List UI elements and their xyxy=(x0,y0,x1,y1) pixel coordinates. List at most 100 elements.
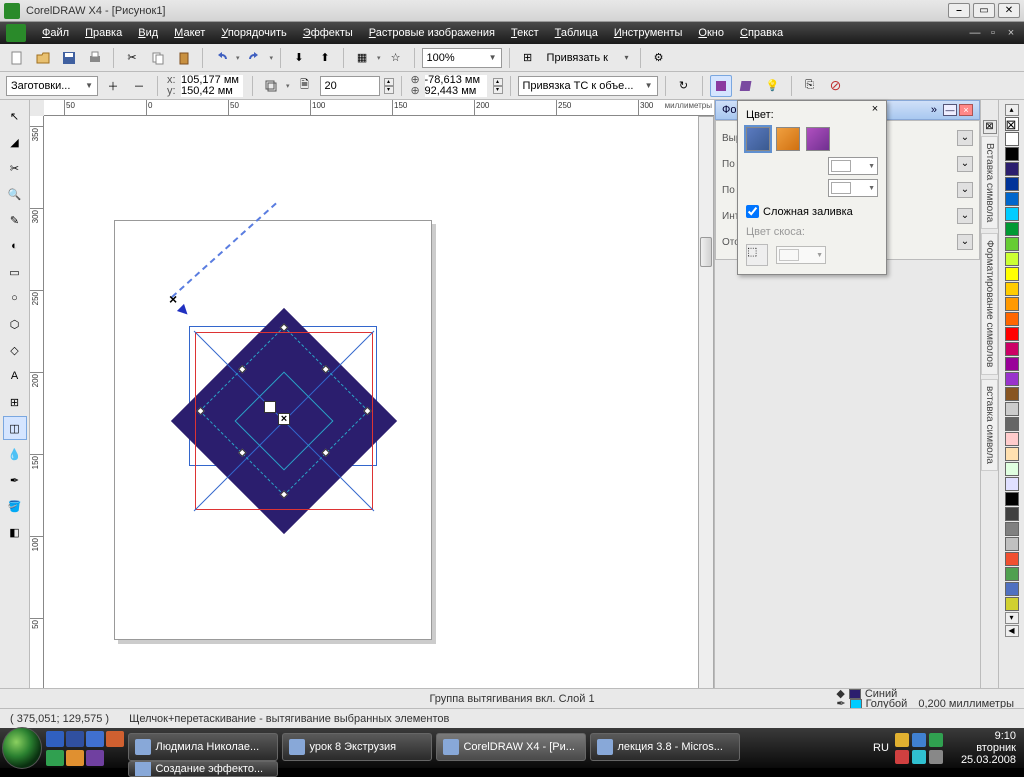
ql-ie-icon[interactable] xyxy=(46,731,64,747)
lang-indicator[interactable]: RU xyxy=(873,742,889,754)
text-tool[interactable]: A xyxy=(3,364,27,388)
shape-tool[interactable]: ◢ xyxy=(3,130,27,154)
menu-упорядочить[interactable]: Упорядочить xyxy=(213,24,294,42)
palette-swatch[interactable] xyxy=(1005,282,1019,296)
rectangle-tool[interactable]: ▭ xyxy=(3,260,27,284)
close-button[interactable]: ✕ xyxy=(998,3,1020,18)
drawing-canvas[interactable]: × × xyxy=(44,116,714,708)
tray-icon[interactable] xyxy=(912,750,926,764)
menu-макет[interactable]: Макет xyxy=(166,24,213,42)
depth-handle[interactable] xyxy=(264,401,276,413)
tray-icon[interactable] xyxy=(912,733,926,747)
depth-spinner[interactable]: 20 xyxy=(320,76,380,96)
options-button[interactable]: ⚙ xyxy=(648,47,670,69)
sidebar-tab-insert-symbol-2[interactable]: вставка символа xyxy=(981,379,998,471)
palette-swatch[interactable] xyxy=(1005,297,1019,311)
snap-toggle-button[interactable]: ⊞ xyxy=(517,47,539,69)
palette-swatch[interactable] xyxy=(1005,312,1019,326)
bevel-toggle[interactable]: ⬚ xyxy=(746,244,768,266)
vertical-scrollbar[interactable] xyxy=(698,116,714,708)
crop-tool[interactable]: ✂ xyxy=(3,156,27,180)
palette-swatch[interactable] xyxy=(1005,357,1019,371)
palette-swatch[interactable] xyxy=(1005,147,1019,161)
menu-эффекты[interactable]: Эффекты xyxy=(295,24,361,42)
export-button[interactable]: ⬆ xyxy=(314,47,336,69)
palette-swatch[interactable] xyxy=(1005,552,1019,566)
to-color-combo[interactable]: ▼ xyxy=(828,179,878,197)
preset-add-button[interactable]: ＋ xyxy=(102,75,124,97)
fill-mode-object[interactable] xyxy=(746,127,770,151)
palette-swatch[interactable] xyxy=(1005,327,1019,341)
ql-app-icon[interactable] xyxy=(86,750,104,766)
presets-combo[interactable]: Заготовки...▼ xyxy=(6,76,98,96)
menu-правка[interactable]: Правка xyxy=(77,24,130,42)
interactive-tool[interactable]: ◫ xyxy=(3,416,27,440)
cut-button[interactable]: ✂ xyxy=(121,47,143,69)
palette-swatch[interactable] xyxy=(1005,582,1019,596)
palette-swatch[interactable] xyxy=(1005,432,1019,446)
table-tool[interactable]: ⊞ xyxy=(3,390,27,414)
redo-button[interactable] xyxy=(244,47,266,69)
mdi-minimize-button[interactable]: — xyxy=(968,26,982,40)
palette-swatch[interactable] xyxy=(1005,402,1019,416)
outline-swatch[interactable] xyxy=(850,699,862,709)
palette-swatch[interactable] xyxy=(1005,252,1019,266)
sidebar-pin[interactable]: ⊠ xyxy=(983,120,997,134)
palette-swatch[interactable] xyxy=(1005,507,1019,521)
palette-swatch[interactable] xyxy=(1005,207,1019,221)
interactive-fill-tool[interactable]: ◧ xyxy=(3,520,27,544)
palette-swatch[interactable] xyxy=(1005,567,1019,581)
menu-текст[interactable]: Текст xyxy=(503,24,547,42)
zoom-tool[interactable]: 🔍 xyxy=(3,182,27,206)
clock[interactable]: 9:10 вторник 25.03.2008 xyxy=(961,730,1016,766)
menu-вид[interactable]: Вид xyxy=(130,24,166,42)
palette-swatch[interactable] xyxy=(1005,417,1019,431)
extrude-type-button[interactable] xyxy=(260,75,282,97)
center-marker[interactable]: × xyxy=(278,413,290,425)
menu-растровые изображения[interactable]: Растровые изображения xyxy=(361,24,503,42)
import-button[interactable]: ⬇ xyxy=(288,47,310,69)
smart-fill-tool[interactable]: ◐ xyxy=(3,234,27,258)
ql-wmp-icon[interactable] xyxy=(86,731,104,747)
palette-swatch[interactable] xyxy=(1005,177,1019,191)
complex-fill-checkbox[interactable] xyxy=(746,205,759,218)
task-button[interactable]: лекция 3.8 - Micros... xyxy=(590,733,740,761)
start-button[interactable] xyxy=(2,727,42,769)
palette-flyout-button[interactable]: ◀ xyxy=(1005,625,1019,637)
palette-swatch[interactable] xyxy=(1005,342,1019,356)
menu-окно[interactable]: Окно xyxy=(690,24,732,42)
eyedropper-tool[interactable]: 💧 xyxy=(3,442,27,466)
menu-справка[interactable]: Справка xyxy=(732,24,791,42)
welcome-button[interactable]: ☆ xyxy=(385,47,407,69)
task-button[interactable]: урок 8 Экструзия xyxy=(282,733,432,761)
tray-icon[interactable] xyxy=(929,733,943,747)
menu-таблица[interactable]: Таблица xyxy=(547,24,606,42)
undo-button[interactable] xyxy=(210,47,232,69)
palette-swatch[interactable] xyxy=(1005,477,1019,491)
menu-файл[interactable]: Файл xyxy=(34,24,77,42)
mdi-restore-button[interactable]: ▫ xyxy=(986,26,1000,40)
tray-volume-icon[interactable] xyxy=(929,750,943,764)
palette-down-button[interactable]: ▾ xyxy=(1005,612,1019,624)
palette-swatch[interactable] xyxy=(1005,132,1019,146)
ql-desktop-icon[interactable] xyxy=(46,750,64,766)
freehand-tool[interactable]: ✎ xyxy=(3,208,27,232)
extrude-light-button[interactable]: 💡 xyxy=(762,75,784,97)
palette-up-button[interactable]: ▴ xyxy=(1005,104,1019,116)
rotation-button[interactable]: ↻ xyxy=(673,75,695,97)
mdi-close-button[interactable]: × xyxy=(1004,26,1018,40)
vanishing-point-marker[interactable]: × xyxy=(169,291,177,307)
task-button[interactable]: Людмила Николае... xyxy=(128,733,278,761)
vp-lock-combo[interactable]: Привязка ТС к объе...▼ xyxy=(518,76,658,96)
sidebar-tab-char-format[interactable]: Форматирование символов xyxy=(981,233,998,374)
popup-close-button[interactable]: × xyxy=(868,103,882,117)
extrude-bevel-button[interactable] xyxy=(736,75,758,97)
paste-button[interactable] xyxy=(173,47,195,69)
sidebar-tab-insert-symbol[interactable]: Вставка символа xyxy=(981,136,998,229)
palette-swatch[interactable] xyxy=(1005,267,1019,281)
no-fill-swatch[interactable]: ⊠ xyxy=(1005,117,1019,131)
palette-swatch[interactable] xyxy=(1005,492,1019,506)
clear-extrude-button[interactable]: ⊘ xyxy=(825,75,847,97)
open-button[interactable] xyxy=(32,47,54,69)
menu-инструменты[interactable]: Инструменты xyxy=(606,24,691,42)
